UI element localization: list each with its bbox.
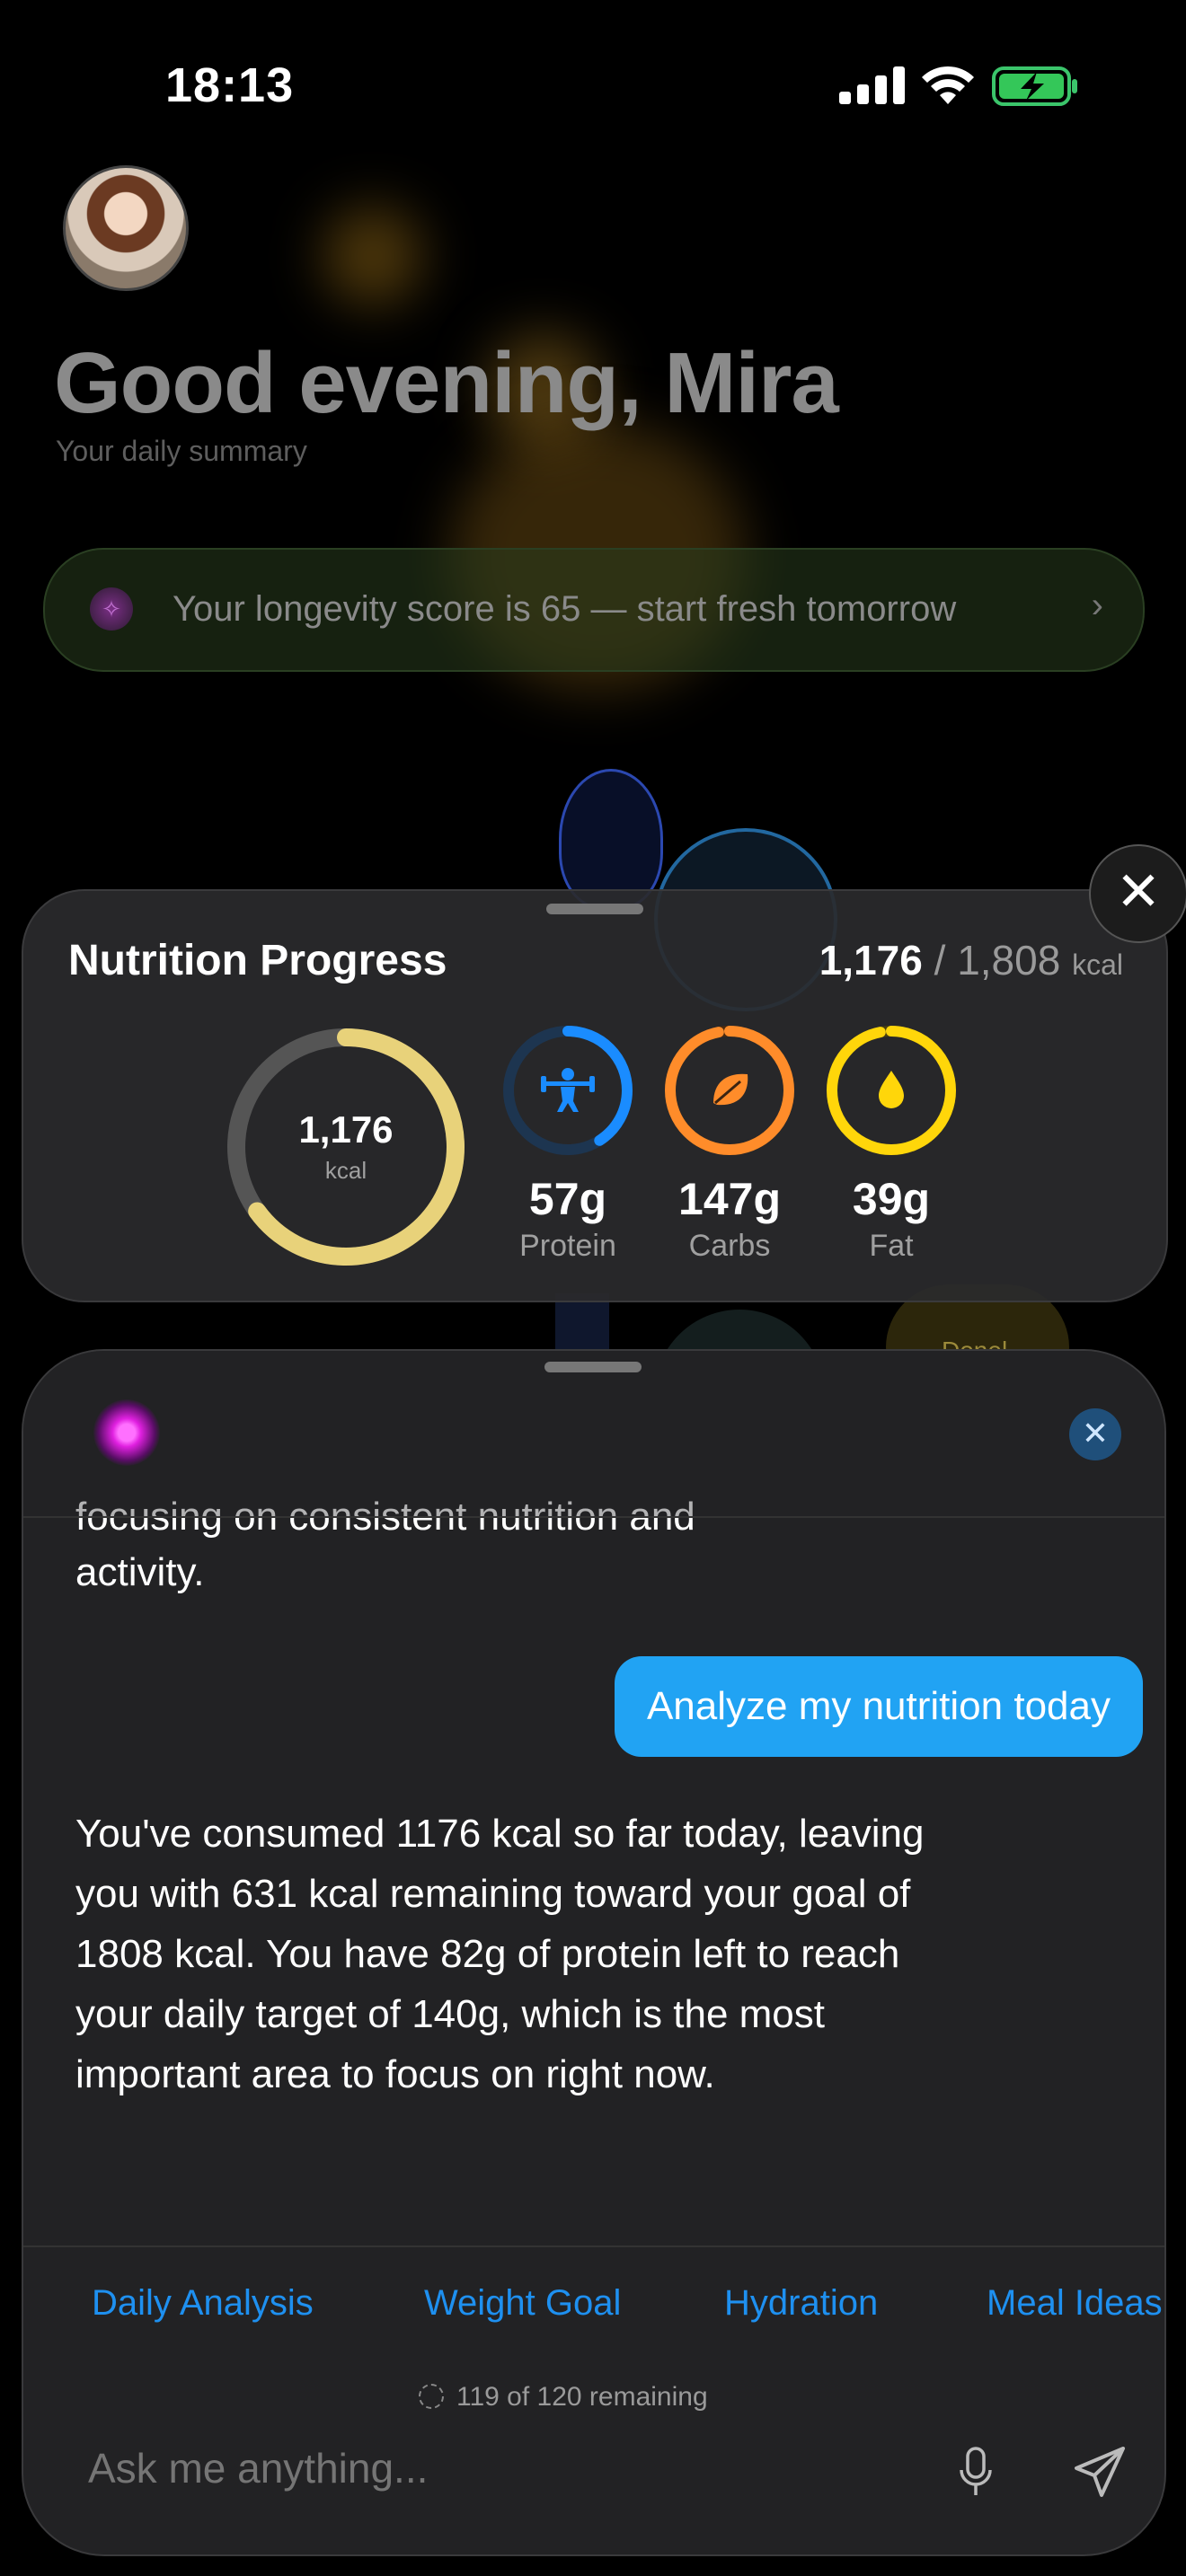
wifi-icon [922, 66, 974, 104]
calories-separator: / [934, 937, 946, 984]
ai-reply-message: You've consumed 1176 kcal so far today, … [75, 1812, 925, 2096]
previous-message-line: activity. [75, 1550, 205, 1594]
protein-ring [503, 1026, 633, 1155]
close-icon: ✕ [1081, 1415, 1110, 1451]
calories-goal: 1,808 [957, 937, 1061, 984]
quota-text: 119 of 120 remaining [456, 2382, 708, 2412]
macro-carbs[interactable]: 147g Carbs [658, 1024, 801, 1264]
close-chat-button[interactable]: ✕ [1069, 1408, 1121, 1460]
chevron-right-icon: › [1091, 586, 1103, 625]
longevity-score-banner[interactable]: ✧ Your longevity score is 65 — start fre… [43, 548, 1145, 672]
ambient-glow [323, 207, 422, 305]
carbs-value: 147g [678, 1174, 781, 1224]
microphone-icon[interactable] [958, 2447, 994, 2499]
divider [23, 2245, 1164, 2247]
protein-value: 57g [528, 1174, 607, 1224]
fat-ring [827, 1026, 956, 1155]
ai-chat-sheet[interactable]: focusing on consistent nutrition and act… [22, 1349, 1166, 2556]
drag-handle[interactable] [546, 904, 643, 914]
message-quota: 119 of 120 remaining [419, 2382, 708, 2413]
calorie-total: 1,176 / 1,808 kcal [819, 936, 1123, 984]
score-banner-text: Your longevity score is 65 — start fresh… [173, 589, 957, 629]
macro-fat[interactable]: 39g Fat [819, 1024, 963, 1264]
battery-charging-icon [992, 66, 1077, 106]
calorie-ring-unit: kcal [324, 1157, 367, 1184]
send-icon[interactable] [1073, 2445, 1127, 2499]
body-model-legs [555, 1293, 609, 1356]
ai-orb-icon [93, 1399, 160, 1466]
carbs-label: Carbs [688, 1229, 771, 1263]
greeting-subtitle: Your daily summary [56, 435, 307, 467]
close-button[interactable]: ✕ [1089, 844, 1186, 943]
close-icon: ✕ [1115, 861, 1162, 922]
quota-progress-icon [419, 2384, 444, 2409]
calories-unit: kcal [1072, 948, 1123, 981]
weightlifter-icon [541, 1068, 595, 1112]
nutrition-progress-card[interactable]: Nutrition Progress 1,176 / 1,808 kcal 1,… [22, 889, 1168, 1302]
carbs-ring [665, 1026, 794, 1155]
suggestion-hydration[interactable]: Hydration [724, 2283, 878, 2324]
fat-label: Fat [869, 1229, 914, 1263]
user-message-bubble: Analyze my nutrition today [614, 1656, 1143, 1757]
drag-handle-bar [544, 1362, 642, 1372]
nutrition-title: Nutrition Progress [68, 937, 447, 984]
body-model-figure [559, 769, 663, 909]
suggestion-weight-goal[interactable]: Weight Goal [424, 2283, 621, 2324]
macro-protein[interactable]: 57g Protein [496, 1024, 640, 1264]
calorie-ring-value: 1,176 [298, 1108, 394, 1151]
calories-consumed: 1,176 [819, 937, 923, 984]
suggestion-meal-ideas[interactable]: Meal Ideas [987, 2283, 1163, 2324]
cellular-signal-icon [839, 66, 905, 104]
status-time: 18:13 [165, 58, 295, 112]
fat-value: 39g [852, 1174, 931, 1224]
drop-icon [879, 1071, 904, 1108]
sparkle-icon: ✧ [90, 587, 133, 631]
leaf-icon [713, 1073, 748, 1106]
suggestion-daily-analysis[interactable]: Daily Analysis [92, 2283, 314, 2324]
avatar[interactable] [63, 165, 189, 291]
protein-label: Protein [519, 1229, 616, 1263]
divider [23, 1516, 1164, 1518]
greeting-title: Good evening, Mira [54, 335, 839, 431]
chat-input[interactable] [86, 2443, 898, 2493]
